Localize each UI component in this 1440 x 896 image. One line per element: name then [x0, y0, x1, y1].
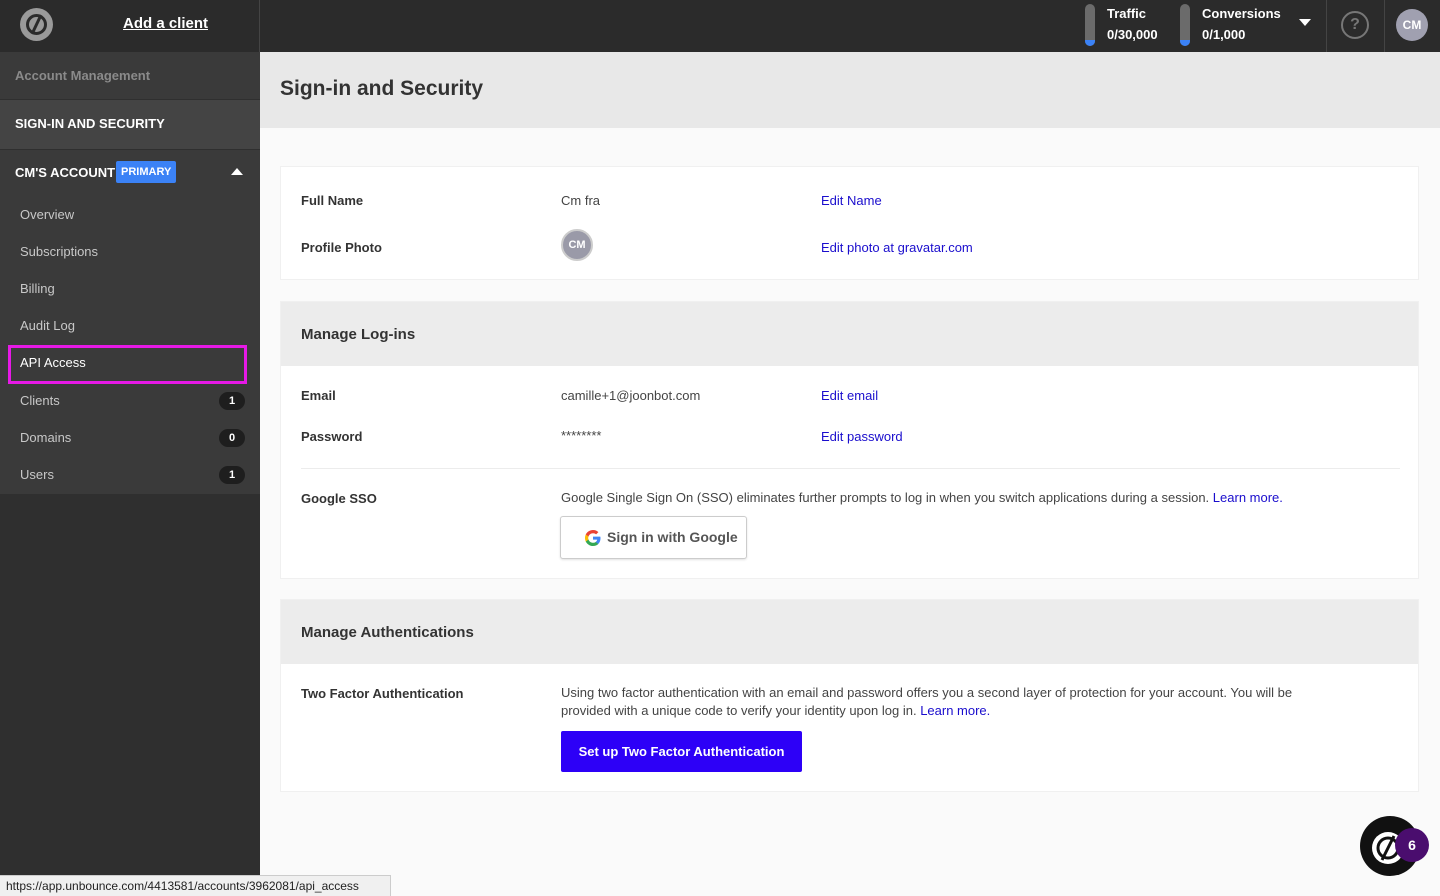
divider: [259, 0, 260, 52]
edit-name-link[interactable]: Edit Name: [821, 193, 882, 208]
sidebar-item-sign-in-security[interactable]: SIGN-IN AND SECURITY: [0, 100, 260, 149]
edit-photo-link[interactable]: Edit photo at gravatar.com: [821, 240, 973, 255]
sso-text: Google Single Sign On (SSO) eliminates f…: [561, 490, 1210, 505]
full-name-label: Full Name: [301, 193, 364, 208]
google-sso-description: Google Single Sign On (SSO) eliminates f…: [561, 489, 1401, 507]
sidebar-item-overview[interactable]: Overview: [0, 196, 260, 233]
divider: [1384, 0, 1385, 52]
full-name-value: Cm fra: [561, 193, 600, 208]
count-badge: 1: [219, 392, 245, 410]
user-avatar[interactable]: CM: [1396, 9, 1428, 41]
manage-logins-card: Manage Log-ins Email camille+1@joonbot.c…: [280, 301, 1419, 579]
conversions-value: 0/1,000: [1202, 27, 1246, 42]
traffic-meter: [1085, 4, 1095, 46]
page-title: Sign-in and Security: [280, 77, 484, 100]
manage-authentications-title: Manage Authentications: [301, 624, 474, 641]
sidebar-item-label: Users: [20, 467, 54, 482]
password-label: Password: [301, 429, 363, 444]
sidebar: Account Management SIGN-IN AND SECURITY …: [0, 52, 260, 896]
sidebar-account-toggle[interactable]: CM'S ACCOUNT PRIMARY: [0, 150, 260, 196]
add-client-link[interactable]: Add a client: [123, 15, 208, 32]
sidebar-item-billing[interactable]: Billing: [0, 270, 260, 307]
chat-notification-badge: 6: [1395, 828, 1429, 862]
content-area: Full Name Cm fra Edit Name Profile Photo…: [260, 128, 1440, 896]
chevron-up-icon: [231, 168, 243, 175]
main-content: Sign-in and Security Full Name Cm fra Ed…: [260, 52, 1440, 896]
sidebar-item-label: Overview: [20, 207, 75, 222]
divider: [1326, 0, 1327, 52]
card-header: Manage Authentications: [281, 600, 1418, 664]
sidebar-item-label: Clients: [20, 393, 60, 408]
google-sso-label: Google SSO: [301, 491, 377, 506]
sidebar-item-label: API Access: [20, 355, 86, 370]
sidebar-item-label: Domains: [20, 430, 72, 445]
sidebar-item-api-access[interactable]: API Access: [0, 344, 260, 381]
traffic-label-group: Traffic 0/30,000: [1107, 3, 1158, 45]
profile-photo-label: Profile Photo: [301, 240, 382, 255]
page-header: Sign-in and Security: [260, 52, 1440, 128]
conversions-label-group: Conversions 0/1,000: [1202, 3, 1281, 45]
status-url-bar: https://app.unbounce.com/4413581/account…: [0, 875, 391, 896]
manage-authentications-card: Manage Authentications Two Factor Authen…: [280, 599, 1419, 792]
edit-password-link[interactable]: Edit password: [821, 429, 903, 444]
google-button-label: Sign in with Google: [607, 529, 738, 545]
conversions-meter: [1180, 4, 1190, 46]
email-value: camille+1@joonbot.com: [561, 388, 701, 403]
tfa-learn-more-link[interactable]: Learn more.: [920, 703, 990, 718]
card-header: Manage Log-ins: [281, 302, 1418, 366]
email-label: Email: [301, 388, 336, 403]
manage-logins-title: Manage Log-ins: [301, 326, 416, 343]
chevron-down-icon[interactable]: [1299, 19, 1311, 26]
sidebar-heading: Account Management: [0, 52, 260, 99]
sidebar-account-list: Overview Subscriptions Billing Audit Log…: [0, 196, 260, 494]
sso-learn-more-link[interactable]: Learn more.: [1213, 490, 1283, 505]
account-label: CM'S ACCOUNT: [15, 165, 116, 180]
sidebar-item-label: Billing: [20, 281, 55, 296]
sidebar-item-users[interactable]: Users 1: [0, 456, 260, 493]
edit-email-link[interactable]: Edit email: [821, 388, 878, 403]
top-bar: Add a client Traffic 0/30,000 Conversion…: [0, 0, 1440, 52]
unbounce-logo-icon[interactable]: [20, 8, 53, 41]
sidebar-item-subscriptions[interactable]: Subscriptions: [0, 233, 260, 270]
count-badge: 1: [219, 466, 245, 484]
count-badge: 0: [219, 429, 245, 447]
traffic-label: Traffic: [1107, 6, 1147, 21]
divider: [301, 468, 1400, 469]
two-factor-label: Two Factor Authentication: [301, 686, 464, 701]
setup-two-factor-button[interactable]: Set up Two Factor Authentication: [561, 731, 802, 772]
sign-in-with-google-button[interactable]: Sign in with Google: [560, 516, 747, 559]
traffic-value: 0/30,000: [1107, 27, 1158, 42]
conversions-label: Conversions: [1202, 6, 1281, 21]
profile-card: Full Name Cm fra Edit Name Profile Photo…: [280, 166, 1419, 280]
profile-avatar: CM: [561, 229, 593, 261]
primary-badge: PRIMARY: [116, 161, 177, 183]
help-icon[interactable]: ?: [1341, 11, 1369, 39]
sidebar-item-label: Audit Log: [20, 318, 75, 333]
two-factor-description: Using two factor authentication with an …: [561, 684, 1296, 720]
sidebar-item-audit-log[interactable]: Audit Log: [0, 307, 260, 344]
google-icon: [585, 530, 601, 546]
sidebar-item-label: Subscriptions: [20, 244, 99, 259]
password-value: ********: [561, 428, 602, 443]
sidebar-item-clients[interactable]: Clients 1: [0, 382, 260, 419]
sidebar-item-domains[interactable]: Domains 0: [0, 419, 260, 456]
